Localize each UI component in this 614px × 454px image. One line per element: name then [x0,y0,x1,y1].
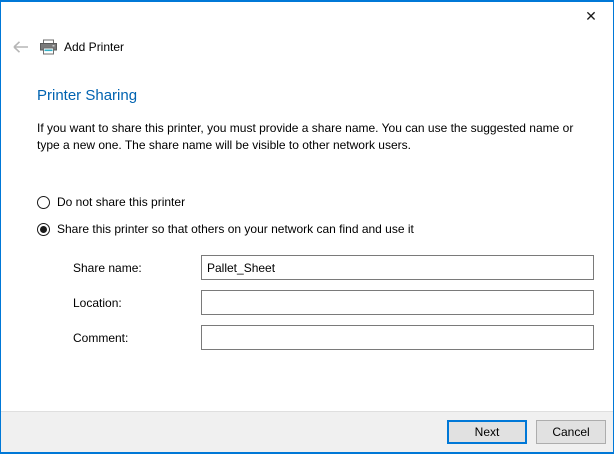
close-icon: ✕ [585,8,597,25]
radio-selected-icon[interactable] [37,223,50,236]
left-arrow-icon [12,40,30,54]
comment-input[interactable] [201,325,594,350]
comment-label: Comment: [73,331,201,345]
share-name-row: Share name: [73,255,594,280]
location-label: Location: [73,296,201,310]
next-button[interactable]: Next [447,420,527,444]
radio-unselected-icon[interactable] [37,196,50,209]
comment-row: Comment: [73,325,594,350]
location-input[interactable] [201,290,594,315]
radio-do-not-share-label: Do not share this printer [57,195,185,209]
page-title: Printer Sharing [37,87,137,104]
location-row: Location: [73,290,594,315]
radio-share-printer[interactable]: Share this printer so that others on you… [37,222,414,236]
description-text: If you want to share this printer, you m… [37,120,589,154]
wizard-nav: Add Printer [11,36,124,58]
radio-do-not-share[interactable]: Do not share this printer [37,195,185,209]
share-name-label: Share name: [73,261,201,275]
share-name-input[interactable] [201,255,594,280]
share-details-form: Share name: Location: Comment: [73,255,594,360]
back-button[interactable] [11,37,31,57]
close-button[interactable]: ✕ [569,2,613,30]
button-bar: Next Cancel [1,411,613,452]
add-printer-wizard-dialog: ✕ Add Printer Printer Sharing If you wan… [0,0,614,454]
wizard-title: Add Printer [64,40,124,54]
radio-share-printer-label: Share this printer so that others on you… [57,222,414,236]
printer-icon [40,39,57,55]
cancel-button[interactable]: Cancel [536,420,606,444]
title-bar: ✕ [1,2,613,30]
